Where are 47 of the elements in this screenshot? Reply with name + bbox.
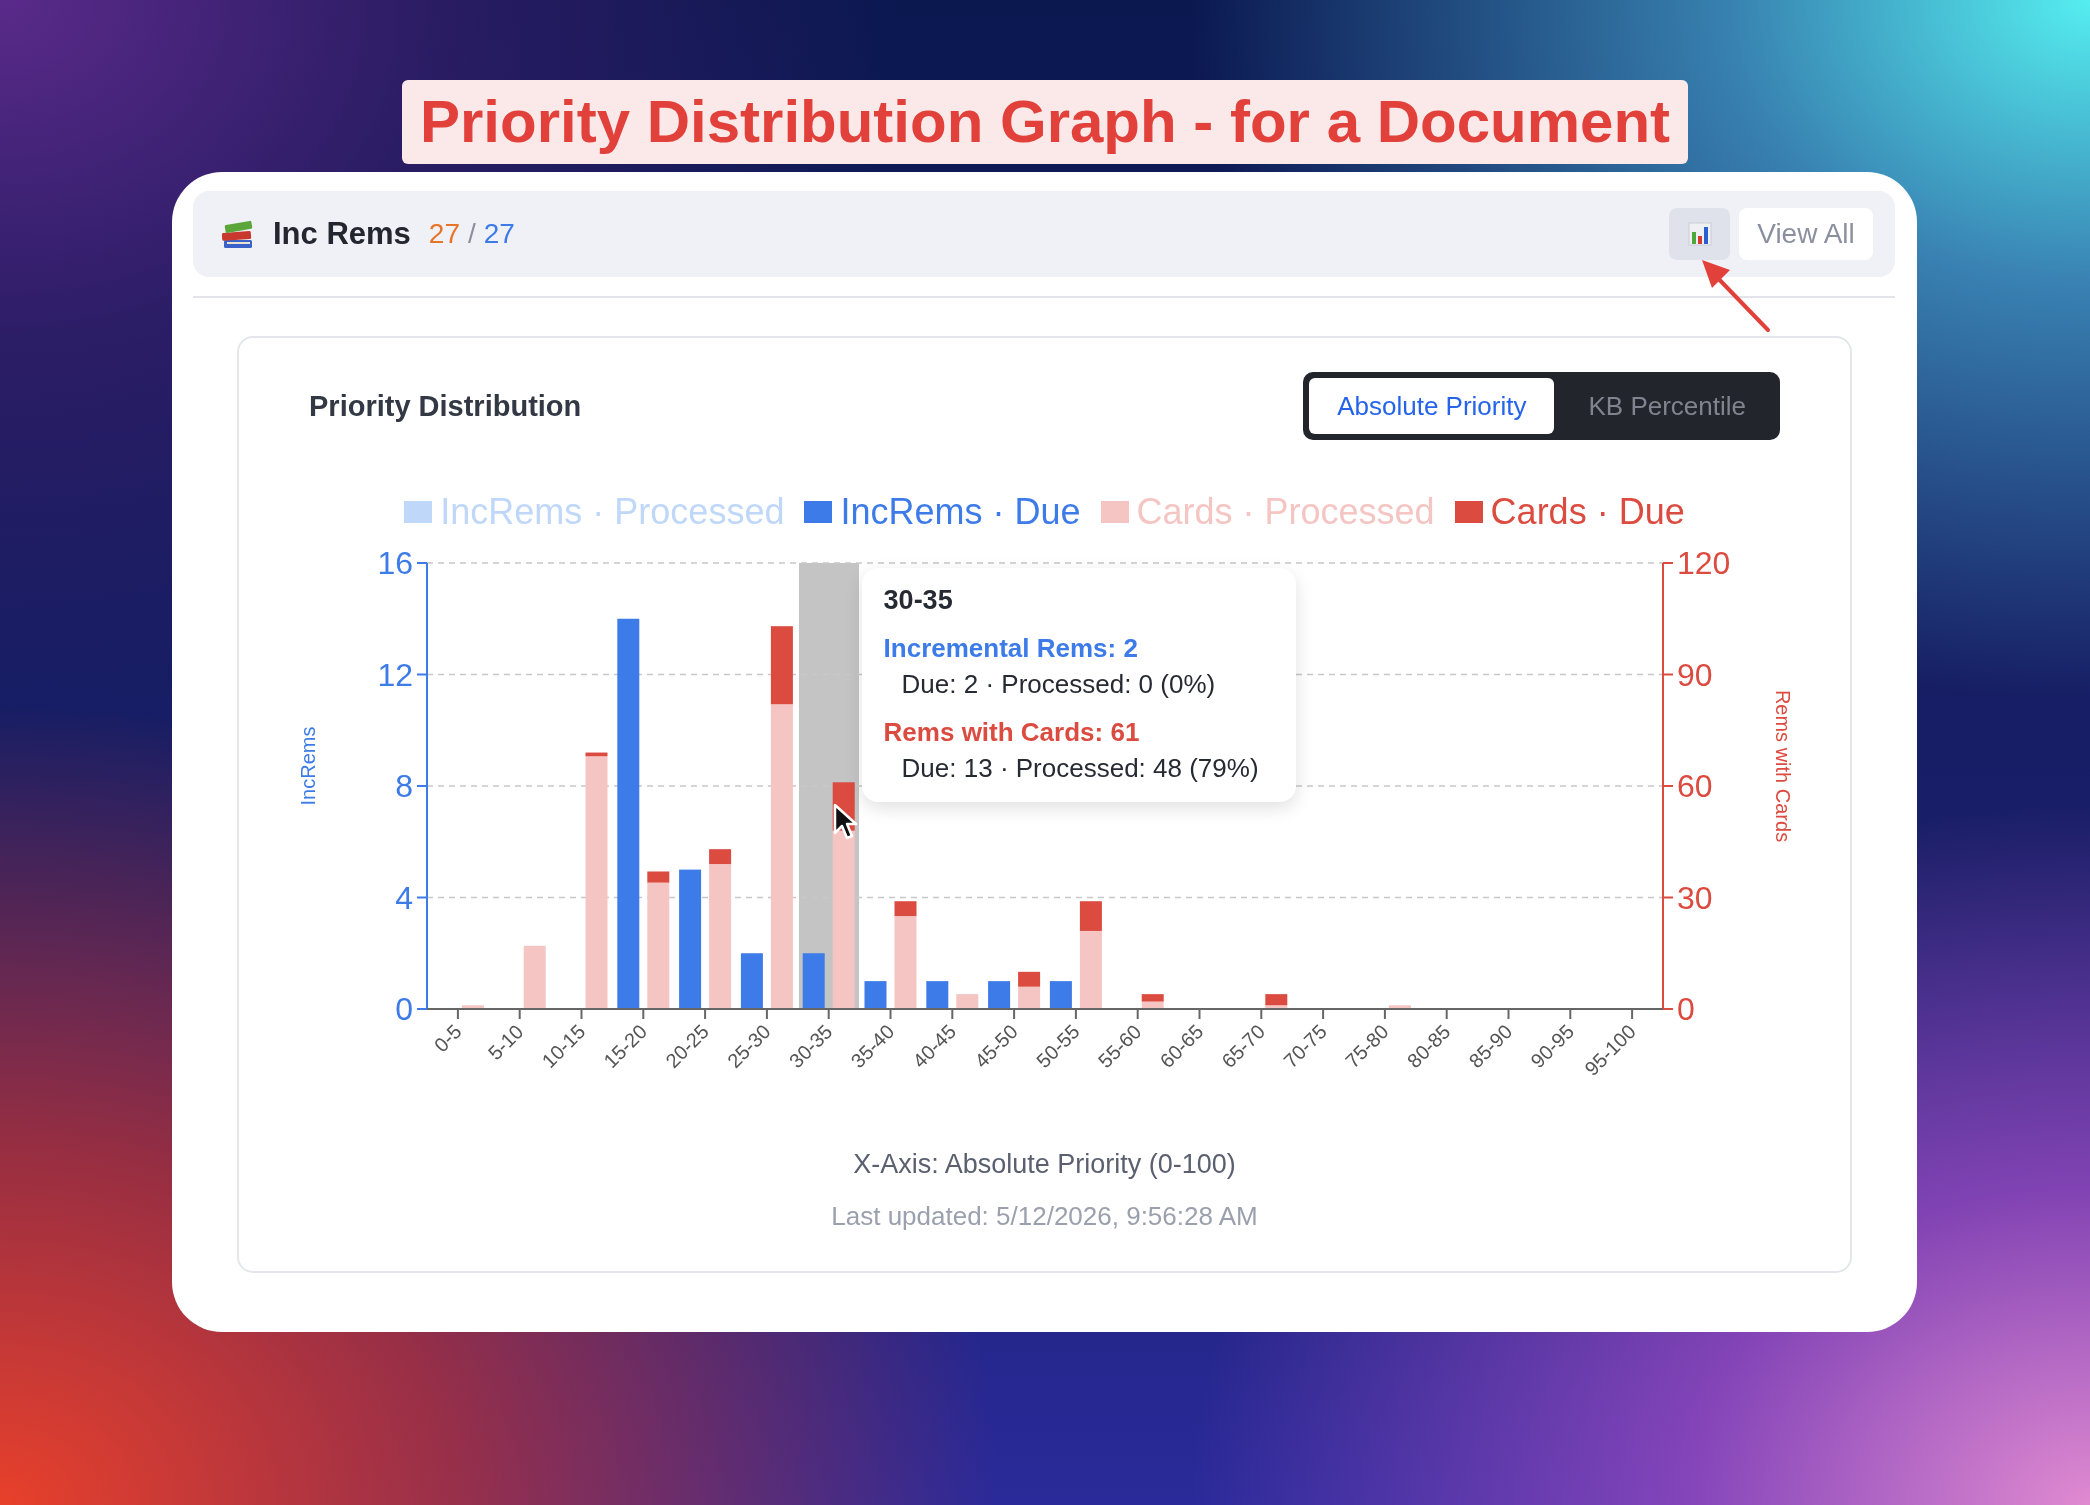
mode-tab[interactable]: KB Percentile [1560,378,1774,434]
axis-tick-label: 0 [395,991,413,1027]
axis-tick-label: 16 [377,545,413,581]
bar [1388,1005,1411,1009]
total-count: 27 [483,218,515,250]
axis-tick-label: 8 [395,768,413,804]
axis-tick-label: 0 [1677,991,1695,1027]
count-separator: / [468,218,476,250]
pointer-arrow [1702,260,1770,332]
bar [461,1005,484,1009]
bar [1049,981,1072,1009]
legend-label: Cards · Processed [1136,491,1435,533]
axis-tick-label: 120 [1677,545,1731,581]
bar [864,981,887,1009]
tooltip-detail: Due: 2 · Processed: 0 (0%) [901,668,1217,701]
axis-title: Rems with Cards [1772,689,1794,843]
chart-title: Priority Distribution [309,389,582,423]
tooltip-heading: Incremental Rems: 2 [883,632,1139,665]
books-icon [221,218,255,250]
last-updated-text: Last updated: 5/12/2026, 9:56:28 AM [831,1200,1258,1233]
legend-label: IncRems · Processed [440,491,785,533]
bar [988,981,1011,1009]
bar [926,981,949,1009]
cursor-icon [833,803,859,841]
bar-chart-icon [1687,222,1712,246]
bar [740,953,763,1009]
section-title: Inc Rems [273,216,411,252]
axis-title: IncRems [297,726,319,806]
tooltip-detail: Due: 13 · Processed: 48 (79%) [901,752,1260,785]
axis-tick-label: 4 [395,879,413,916]
banner-title: Priority Distribution Graph - for a Document [401,80,1689,164]
legend-label: Cards · Due [1490,491,1685,533]
view-all-button[interactable]: View All [1739,208,1873,260]
mode-tab[interactable]: Absolute Priority [1309,378,1555,434]
done-count: 27 [428,218,460,250]
axis-tick-label: 60 [1677,768,1713,804]
axis-tick-label: 0-5 [429,1020,466,1057]
tooltip-title: 30-35 [883,584,954,617]
tooltip-heading: Rems with Cards: 61 [883,716,1141,749]
axis-tick-label: 90 [1677,656,1713,693]
axis-title: X-Axis: Absolute Priority (0-100) [853,1148,1236,1181]
chart-button[interactable] [1669,208,1730,260]
legend-label: IncRems · Due [840,491,1081,533]
bar [802,953,825,1009]
axis-tick-label: 12 [377,656,413,693]
axis-tick-label: 30 [1677,879,1713,916]
bar [523,945,546,1009]
